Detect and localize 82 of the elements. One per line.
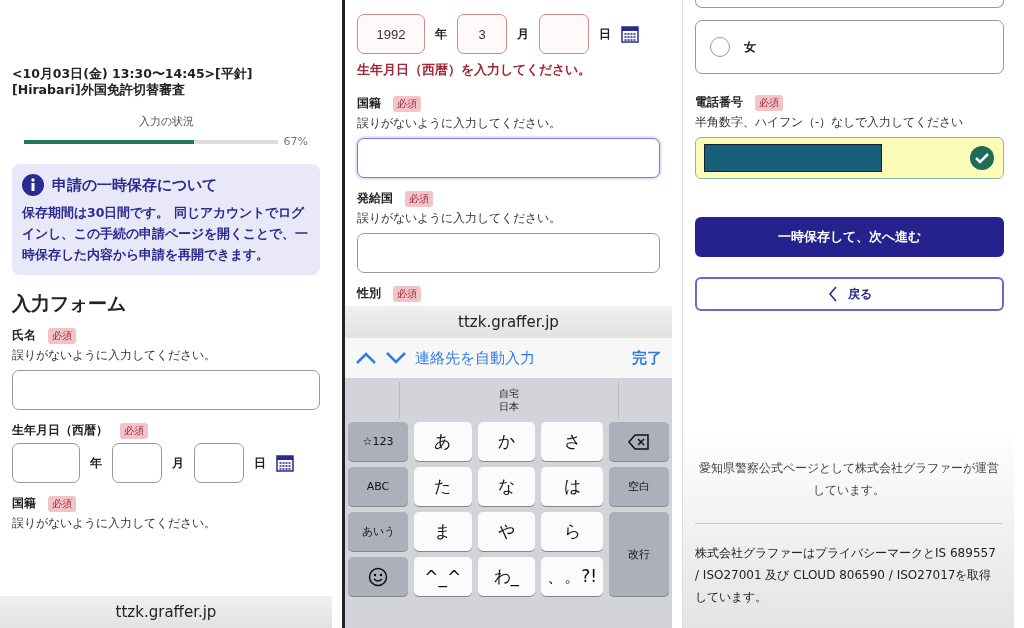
- progress-reading: 67%: [283, 135, 308, 148]
- field-label: 発給国: [357, 190, 393, 207]
- keyboard-key[interactable]: な: [477, 467, 536, 506]
- backspace-icon: [628, 433, 650, 450]
- radio-option[interactable]: 女: [695, 20, 1004, 74]
- date-input[interactable]: [12, 443, 80, 483]
- text-input[interactable]: [357, 138, 660, 178]
- keyboard-key[interactable]: や: [477, 512, 536, 551]
- url-bar[interactable]: ttzk.graffer.jp: [0, 596, 332, 628]
- keyboard-key[interactable]: ☆123: [348, 422, 408, 461]
- notice-text: 保存期間は30日間です。 同じアカウントでログインし、この手続の申請ページを開くことで、一時保存した内容から申請を再開できます。: [22, 204, 309, 264]
- save-next-button[interactable]: 一時保存して、次へ進む: [695, 217, 1004, 257]
- info-icon: [22, 174, 44, 196]
- autofill-button[interactable]: 連絡先を自動入力: [415, 348, 535, 368]
- emoji-key[interactable]: [348, 557, 408, 596]
- keyboard-key[interactable]: 、。?!: [541, 557, 603, 596]
- done-button[interactable]: 完了: [632, 348, 662, 368]
- required-badge: 必須: [48, 327, 76, 344]
- keyboard-key[interactable]: は: [541, 467, 603, 506]
- form-heading: 入力フォーム: [12, 291, 127, 316]
- page-title: <10月03日(金) 13:30〜14:45>[平針][Hirabari]外国免許切替審査: [12, 66, 254, 98]
- certification-text: 株式会社グラファーはプライバシーマークとIS 689557 / ISO27001 及び CLOUD 806590 / ISO27017を取得しています。: [695, 545, 997, 606]
- chevron-up-icon[interactable]: [355, 351, 377, 365]
- field-hint: 誤りがないように入力してください。: [12, 516, 217, 531]
- text-input[interactable]: [357, 233, 660, 273]
- field-label: 氏名: [12, 327, 36, 344]
- calendar-icon[interactable]: [276, 454, 294, 472]
- date-input[interactable]: [539, 14, 589, 54]
- field-hint: 誤りがないように入力してください。: [12, 348, 217, 363]
- check-icon: [969, 145, 995, 171]
- field-hint: 誤りがないように入力してください。: [357, 116, 562, 131]
- operator-note: 愛知県警察公式ページとして株式会社グラファーが運営しています。: [695, 457, 1002, 524]
- required-badge: 必須: [120, 422, 148, 439]
- field-hint: 半角数字、ハイフン（-）なしで入力してください: [695, 115, 965, 130]
- keyboard-key[interactable]: ABC: [348, 467, 408, 506]
- required-badge: 必須: [393, 285, 421, 302]
- keyboard-key[interactable]: 空白: [609, 467, 669, 506]
- date-unit: 日: [254, 454, 266, 472]
- required-badge: 必須: [755, 94, 783, 111]
- progress-label: 入力の状況: [137, 114, 195, 129]
- required-badge: 必須: [393, 95, 421, 112]
- date-unit: 年: [435, 25, 447, 43]
- error-message: 生年月日（西暦）を入力してください。: [357, 62, 592, 79]
- keyboard-key[interactable]: あ: [414, 422, 472, 461]
- keyboard-key[interactable]: あいう: [348, 512, 408, 551]
- keyboard-key[interactable]: ま: [414, 512, 472, 551]
- field-label: 生年月日（西暦）: [12, 422, 108, 439]
- smiley-icon: [368, 566, 388, 587]
- field-hint: 誤りがないように入力してください。: [357, 211, 562, 226]
- phone-input[interactable]: [695, 137, 1004, 179]
- field-label: 性別: [357, 285, 381, 302]
- option-label: 女: [744, 38, 756, 56]
- field-label: 国籍: [357, 95, 381, 112]
- keyboard-key[interactable]: た: [414, 467, 472, 506]
- keyboard-key[interactable]: わ_: [477, 557, 536, 596]
- back-button[interactable]: 戻る: [695, 277, 1004, 311]
- delete-key[interactable]: [609, 422, 669, 461]
- url-bar[interactable]: ttzk.graffer.jp: [345, 306, 672, 338]
- date-unit: 月: [517, 25, 529, 43]
- field-label: 電話番号: [695, 94, 743, 111]
- suggestion-item[interactable]: 自宅 日本: [398, 382, 619, 418]
- notice-title: 申請の一時保存について: [52, 175, 217, 195]
- date-input[interactable]: [112, 443, 162, 483]
- return-key[interactable]: 改行: [609, 512, 669, 596]
- date-input[interactable]: [194, 443, 244, 483]
- calendar-icon[interactable]: [621, 25, 639, 43]
- text-input[interactable]: [12, 370, 320, 410]
- chevron-left-icon: [827, 286, 838, 302]
- radio-button[interactable]: [710, 37, 730, 57]
- required-badge: 必須: [405, 190, 433, 207]
- field-label: 国籍: [12, 495, 36, 512]
- date-unit: 日: [599, 25, 611, 43]
- keyboard-key[interactable]: ら: [541, 512, 603, 551]
- required-badge: 必須: [48, 495, 76, 512]
- keyboard-key[interactable]: さ: [541, 422, 603, 461]
- date-input[interactable]: 1992: [357, 14, 425, 54]
- date-unit: 月: [172, 454, 184, 472]
- keyboard-key[interactable]: か: [477, 422, 536, 461]
- chevron-down-icon[interactable]: [385, 351, 407, 365]
- date-unit: 年: [90, 454, 102, 472]
- keyboard-key[interactable]: ^_^: [414, 557, 472, 596]
- date-input[interactable]: 3: [457, 14, 507, 54]
